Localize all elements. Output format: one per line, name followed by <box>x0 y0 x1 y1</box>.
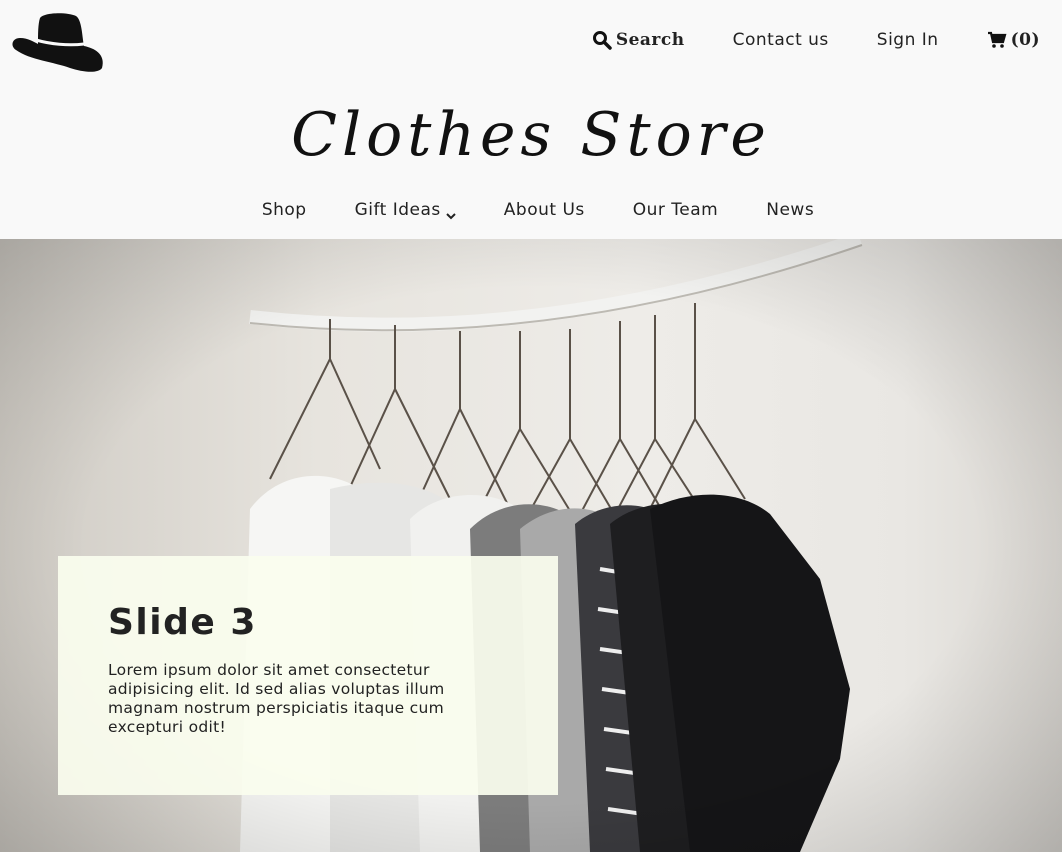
nav-gift-ideas[interactable]: Gift Ideas <box>355 200 456 238</box>
cart-link[interactable]: (0) <box>987 30 1040 50</box>
top-links: Search Contact us Sign In (0) <box>544 30 1040 50</box>
search-icon <box>592 30 612 50</box>
main-nav: Shop Gift Ideas About Us Our Team News <box>0 200 1062 238</box>
nav-gift-ideas-label: Gift Ideas <box>354 200 441 220</box>
slide-caption: Slide 3 Lorem ipsum dolor sit amet conse… <box>58 556 558 795</box>
nav-news[interactable]: News <box>766 200 814 238</box>
cart-icon <box>987 30 1007 50</box>
nav-about[interactable]: About Us <box>504 200 585 238</box>
chevron-down-icon <box>446 206 456 220</box>
slide-title: Slide 3 <box>108 602 257 643</box>
search-label: Search <box>615 30 685 50</box>
contact-link[interactable]: Contact us <box>733 30 829 50</box>
slide-text: Lorem ipsum dolor sit amet consectetur a… <box>108 661 445 736</box>
top-bar: Search Contact us Sign In (0) <box>0 0 1062 90</box>
cart-count: (0) <box>1010 30 1040 50</box>
hat-icon[interactable] <box>10 10 108 76</box>
signin-link[interactable]: Sign In <box>877 30 939 50</box>
brand-title: Clothes Store <box>291 100 771 170</box>
nav-team[interactable]: Our Team <box>633 200 718 238</box>
search-link[interactable]: Search <box>592 30 685 50</box>
nav-shop[interactable]: Shop <box>262 200 307 238</box>
hero-slider[interactable]: Slide 3 Lorem ipsum dolor sit amet conse… <box>0 239 1062 852</box>
